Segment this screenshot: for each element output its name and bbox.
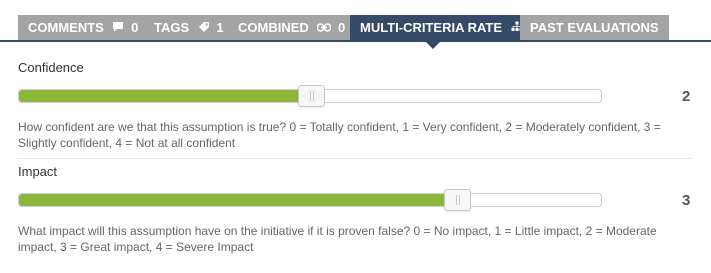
tab-bar: COMMENTS 0 TAGS 1 COMBINED 0 MULTI-CRITE… — [0, 0, 711, 49]
tab-label: TAGS — [154, 20, 190, 35]
tag-icon — [198, 15, 210, 40]
tab-count: 1 — [216, 20, 224, 35]
criterion-value: 2 — [682, 88, 691, 105]
tab-past-evaluations[interactable]: PAST EVALUATIONS — [520, 15, 669, 40]
tab-label: COMBINED — [238, 20, 309, 35]
tab-tags[interactable]: TAGS 1 — [144, 15, 234, 40]
tab-combined[interactable]: COMBINED 0 — [228, 15, 356, 40]
tab-label: PAST EVALUATIONS — [530, 20, 659, 35]
criterion-value: 3 — [682, 192, 691, 209]
tab-count: 0 — [338, 20, 346, 35]
tab-label: COMMENTS — [28, 20, 104, 35]
criterion-label: Impact — [18, 164, 58, 179]
active-tab-pointer — [426, 42, 440, 49]
confidence-slider[interactable] — [18, 85, 602, 107]
criterion-description: What impact will this assumption have on… — [18, 224, 657, 254]
impact-slider[interactable] — [18, 189, 602, 211]
comment-icon — [112, 15, 124, 40]
divider — [18, 158, 693, 159]
link-icon — [317, 15, 332, 40]
criterion-label: Confidence — [18, 60, 84, 75]
tab-multi-criteria-rate[interactable]: MULTI-CRITERIA RATE — [350, 15, 533, 40]
tab-label: MULTI-CRITERIA RATE — [360, 20, 503, 35]
criterion-description: How confident are we that this assumptio… — [18, 120, 661, 150]
tab-comments[interactable]: COMMENTS 0 — [18, 15, 149, 40]
slider-fill — [19, 90, 311, 102]
slider-handle[interactable] — [443, 189, 471, 211]
slider-fill — [19, 194, 457, 206]
tab-underline — [0, 40, 711, 42]
slider-handle[interactable] — [297, 85, 325, 107]
tab-count: 0 — [131, 20, 139, 35]
